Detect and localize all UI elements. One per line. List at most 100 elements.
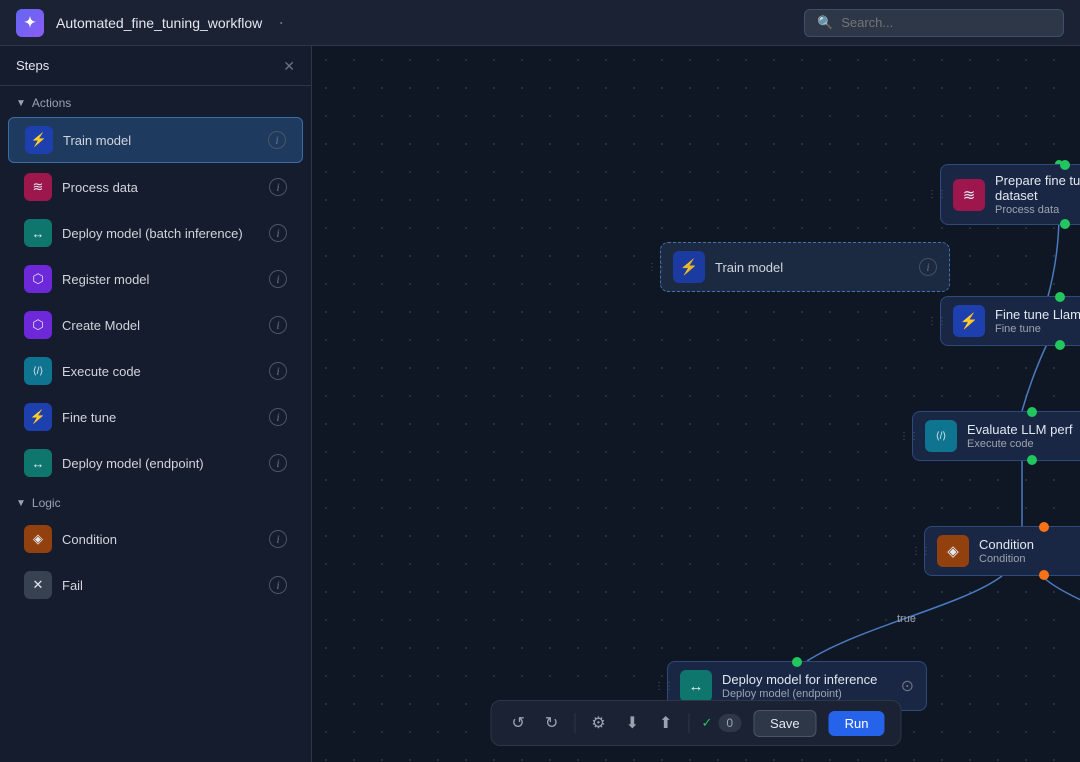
fine-tune-icon: ⚡ bbox=[24, 403, 52, 431]
condition-node-icon: ◈ bbox=[937, 535, 969, 567]
prepare-dataset-subtitle: Process data bbox=[995, 204, 1080, 216]
actions-chevron-icon: ▼ bbox=[16, 98, 26, 109]
process-data-info-icon[interactable]: i bbox=[269, 178, 287, 196]
evaluate-llm-icon: ⟨/⟩ bbox=[925, 420, 957, 452]
toolbar-divider-2 bbox=[688, 713, 689, 733]
settings-button[interactable]: ⚙ bbox=[587, 709, 609, 737]
actions-section-label[interactable]: ▼ Actions bbox=[0, 86, 311, 116]
sidebar-close-button[interactable]: ✕ bbox=[283, 59, 295, 73]
workflow-title: Automated_fine_tuning_workflow bbox=[56, 15, 262, 31]
train-model-icon: ⚡ bbox=[25, 126, 53, 154]
sidebar-item-condition[interactable]: ◈ Condition i bbox=[8, 517, 303, 561]
check-icon: ✓ bbox=[701, 715, 712, 731]
ghost-node-train-model[interactable]: ⋮⋮ ⚡ Train model i bbox=[660, 242, 950, 292]
ghost-node-info-icon[interactable]: i bbox=[919, 258, 937, 276]
create-model-label: Create Model bbox=[62, 318, 140, 333]
execute-code-label: Execute code bbox=[62, 364, 141, 379]
register-model-icon: ⬡ bbox=[24, 265, 52, 293]
sidebar-item-fine-tune[interactable]: ⚡ Fine tune i bbox=[8, 395, 303, 439]
deploy-inference-subtitle: Deploy model (endpoint) bbox=[722, 688, 887, 700]
fine-tune-llama-title: Fine tune Llama 3.1 bbox=[995, 307, 1080, 322]
sidebar-tab-label: Steps bbox=[16, 58, 49, 73]
condition-icon: ◈ bbox=[24, 525, 52, 553]
sidebar-item-process-data[interactable]: ≋ Process data i bbox=[8, 165, 303, 209]
fine-tune-llama-drag-handle: ⋮⋮ bbox=[927, 316, 947, 327]
fail-info-icon[interactable]: i bbox=[269, 576, 287, 594]
app-logo: ✦ bbox=[16, 9, 44, 37]
svg-text:true: true bbox=[897, 613, 916, 625]
download-button[interactable]: ⬇ bbox=[622, 709, 643, 737]
evaluate-llm-title: Evaluate LLM perf bbox=[967, 422, 1080, 437]
condition-node-subtitle: Condition bbox=[979, 553, 1080, 565]
deploy-inference-menu-icon[interactable]: ⊙ bbox=[901, 676, 914, 696]
share-button[interactable]: ⬆ bbox=[655, 709, 676, 737]
prepare-dataset-bottom-connector bbox=[1060, 219, 1070, 229]
node-fine-tune-llama[interactable]: ⋮⋮ ⚡ Fine tune Llama 3.1 Fine tune ⊙ bbox=[940, 296, 1080, 346]
condition-info-icon[interactable]: i bbox=[269, 530, 287, 548]
evaluate-llm-top-connector bbox=[1027, 407, 1037, 417]
register-model-info-icon[interactable]: i bbox=[269, 270, 287, 288]
sidebar-item-execute-code[interactable]: ⟨/⟩ Execute code i bbox=[8, 349, 303, 393]
check-badge: 0 bbox=[718, 714, 741, 732]
deploy-endpoint-label: Deploy model (endpoint) bbox=[62, 456, 204, 471]
fail-label: Fail bbox=[62, 578, 83, 593]
process-data-label: Process data bbox=[62, 180, 138, 195]
sidebar-item-create-model[interactable]: ⬡ Create Model i bbox=[8, 303, 303, 347]
evaluate-llm-drag-handle: ⋮⋮ bbox=[899, 431, 919, 442]
condition-node-title: Condition bbox=[979, 537, 1080, 552]
top-bar: ✦ Automated_fine_tuning_workflow · 🔍 bbox=[0, 0, 1080, 46]
fail-icon: ✕ bbox=[24, 571, 52, 599]
redo-button[interactable]: ↻ bbox=[541, 709, 562, 737]
create-model-info-icon[interactable]: i bbox=[269, 316, 287, 334]
execute-code-icon: ⟨/⟩ bbox=[24, 357, 52, 385]
train-model-label: Train model bbox=[63, 133, 131, 148]
title-dot: · bbox=[278, 12, 284, 33]
execute-code-info-icon[interactable]: i bbox=[269, 362, 287, 380]
save-button[interactable]: Save bbox=[753, 710, 817, 737]
logic-chevron-icon: ▼ bbox=[16, 498, 26, 509]
deploy-inference-title: Deploy model for inference bbox=[722, 672, 887, 687]
condition-label: Condition bbox=[62, 532, 117, 547]
prepare-dataset-drag-handle: ⋮⋮ bbox=[927, 189, 947, 200]
evaluate-llm-bottom-connector bbox=[1027, 455, 1037, 465]
toolbar-divider-1 bbox=[574, 713, 575, 733]
sidebar-item-deploy-batch[interactable]: ↔ Deploy model (batch inference) i bbox=[8, 211, 303, 255]
deploy-endpoint-info-icon[interactable]: i bbox=[269, 454, 287, 472]
sidebar-item-train-model[interactable]: ⚡ Train model i bbox=[8, 117, 303, 163]
search-icon: 🔍 bbox=[817, 15, 833, 31]
fine-tune-info-icon[interactable]: i bbox=[269, 408, 287, 426]
undo-button[interactable]: ↺ bbox=[507, 709, 528, 737]
logic-section-label[interactable]: ▼ Logic bbox=[0, 486, 311, 516]
create-model-icon: ⬡ bbox=[24, 311, 52, 339]
fine-tune-llama-icon: ⚡ bbox=[953, 305, 985, 337]
evaluate-llm-subtitle: Execute code bbox=[967, 438, 1080, 450]
ghost-node-title: Train model bbox=[715, 260, 909, 275]
node-evaluate-llm[interactable]: ⋮⋮ ⟨/⟩ Evaluate LLM perf Execute code ⊙ bbox=[912, 411, 1080, 461]
connections-svg: true false bbox=[312, 46, 1080, 762]
condition-bottom-connector bbox=[1039, 570, 1049, 580]
check-status: ✓ 0 bbox=[701, 714, 741, 732]
sidebar-item-deploy-endpoint[interactable]: ↔ Deploy model (endpoint) i bbox=[8, 441, 303, 485]
sidebar-item-register-model[interactable]: ⬡ Register model i bbox=[8, 257, 303, 301]
node-prepare-dataset[interactable]: ⋮⋮ ≋ Prepare fine tuning dataset Process… bbox=[940, 164, 1080, 225]
run-button[interactable]: Run bbox=[829, 711, 885, 736]
search-bar[interactable]: 🔍 bbox=[804, 9, 1064, 37]
train-model-info-icon[interactable]: i bbox=[268, 131, 286, 149]
fine-tune-llama-subtitle: Fine tune bbox=[995, 323, 1080, 335]
deploy-batch-info-icon[interactable]: i bbox=[269, 224, 287, 242]
sidebar: Steps ✕ ▼ Actions ⚡ Train model i ≋ Proc… bbox=[0, 46, 312, 762]
fine-tune-label: Fine tune bbox=[62, 410, 116, 425]
sidebar-item-fail[interactable]: ✕ Fail i bbox=[8, 563, 303, 607]
actions-label: Actions bbox=[32, 96, 71, 110]
deploy-batch-label: Deploy model (batch inference) bbox=[62, 226, 243, 241]
deploy-inference-top-connector bbox=[792, 657, 802, 667]
condition-drag-handle: ⋮⋮ bbox=[911, 546, 931, 557]
deploy-inference-drag-handle: ⋮⋮ bbox=[654, 681, 674, 692]
bottom-toolbar: ↺ ↻ ⚙ ⬇ ⬆ ✓ 0 Save Run bbox=[490, 700, 901, 746]
canvas[interactable]: true false ⋮⋮ ⚡ Train model i ⋮⋮ ≋ Prepa… bbox=[312, 46, 1080, 762]
search-input[interactable] bbox=[841, 15, 1051, 30]
prepare-dataset-icon: ≋ bbox=[953, 179, 985, 211]
condition-top-connector bbox=[1039, 522, 1049, 532]
node-condition[interactable]: ⋮⋮ ◈ Condition Condition ⊙ bbox=[924, 526, 1080, 576]
logic-label: Logic bbox=[32, 496, 61, 510]
